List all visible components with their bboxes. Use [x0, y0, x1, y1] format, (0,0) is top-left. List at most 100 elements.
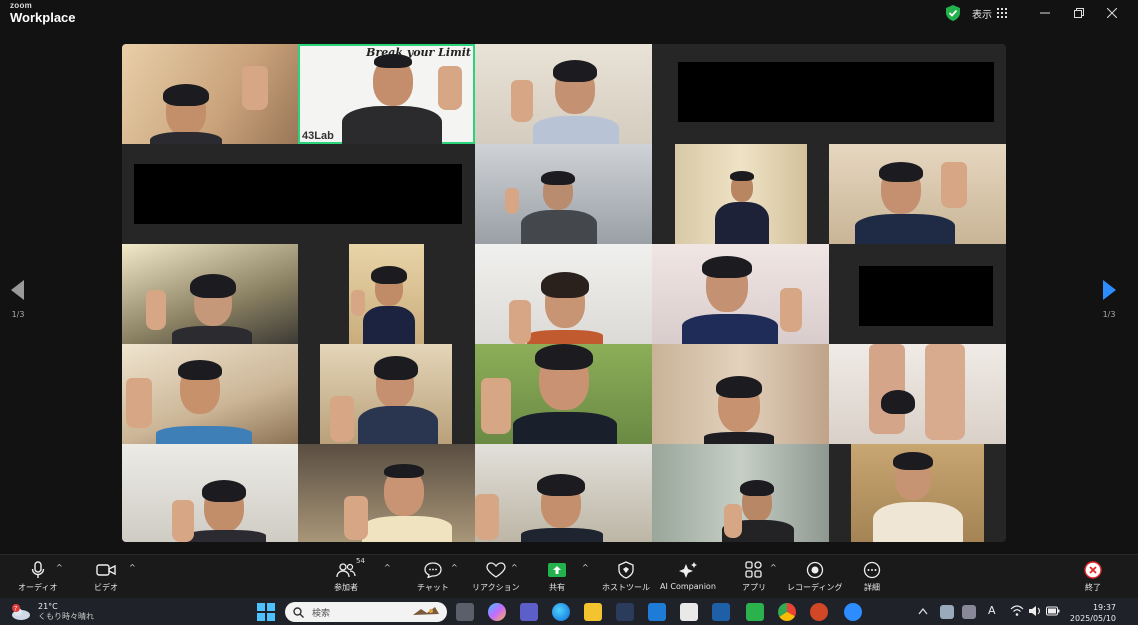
teams-icon[interactable] — [520, 603, 538, 621]
video-tile[interactable] — [675, 144, 807, 244]
battery-icon[interactable] — [1046, 606, 1060, 616]
apps-label: アプリ — [742, 583, 766, 592]
network-tray-icon[interactable] — [962, 605, 976, 619]
encryption-shield-icon[interactable] — [946, 5, 960, 21]
video-tile[interactable] — [829, 344, 1006, 444]
title-bar: zoom Workplace 表示 — [0, 0, 1138, 28]
line-chat-icon[interactable] — [746, 603, 764, 621]
participants-button[interactable]: 54 参加者 — [334, 557, 365, 593]
mail-icon[interactable] — [648, 603, 666, 621]
zoom-workplace-logo: zoom Workplace — [10, 2, 76, 25]
minimize-button[interactable] — [1030, 2, 1060, 24]
weather-widget[interactable]: 7 21°C くもり時々晴れ — [10, 602, 94, 622]
microphone-icon — [31, 561, 44, 578]
reactions-options-caret[interactable]: ^ — [511, 563, 518, 572]
apps-button[interactable]: アプリ — [742, 560, 766, 593]
app-icon[interactable] — [712, 603, 730, 621]
onedrive-tray-icon[interactable] — [940, 605, 954, 619]
video-label: ビデオ — [94, 583, 118, 592]
file-explorer-icon[interactable] — [584, 603, 602, 621]
video-tile[interactable] — [122, 244, 298, 344]
volume-icon[interactable] — [1028, 605, 1042, 617]
tray-overflow-chevron-icon[interactable] — [918, 607, 928, 615]
share-options-caret[interactable]: ^ — [582, 563, 589, 572]
video-tile[interactable] — [475, 244, 652, 344]
video-tile[interactable] — [652, 244, 829, 344]
wifi-icon[interactable] — [1010, 605, 1024, 617]
video-off-tile[interactable] — [652, 44, 1006, 144]
chat-button[interactable]: チャット — [417, 560, 449, 593]
participants-icon — [336, 563, 356, 578]
video-tile[interactable] — [298, 444, 475, 542]
video-tile[interactable] — [349, 244, 424, 344]
share-label: 共有 — [549, 583, 565, 592]
chevron-left-icon — [11, 280, 24, 300]
page-indicator-left: 1/3 — [11, 310, 25, 319]
video-tile[interactable] — [122, 44, 298, 144]
zoom-app-icon[interactable] — [844, 603, 862, 621]
chat-options-caret[interactable]: ^ — [451, 563, 458, 572]
participants-count: 54 — [356, 557, 365, 565]
more-button[interactable]: 詳細 — [863, 560, 881, 593]
restore-button[interactable] — [1064, 2, 1094, 24]
brand-bottom: Workplace — [10, 10, 76, 25]
chat-bubble-icon — [424, 562, 442, 578]
share-button[interactable]: 共有 — [548, 560, 566, 593]
audio-options-caret[interactable]: ^ — [56, 563, 63, 572]
apps-options-caret[interactable]: ^ — [770, 563, 777, 572]
video-tile[interactable] — [851, 444, 984, 542]
video-tile[interactable] — [122, 444, 298, 542]
video-tile[interactable] — [475, 144, 652, 244]
video-tile[interactable] — [320, 344, 452, 444]
app-icon[interactable] — [680, 603, 698, 621]
microsoft-store-icon[interactable] — [616, 603, 634, 621]
video-tile[interactable] — [475, 44, 652, 144]
view-button[interactable]: 表示 — [972, 4, 1007, 22]
video-tile[interactable] — [652, 344, 829, 444]
video-tile[interactable] — [475, 344, 652, 444]
video-off-tile[interactable] — [829, 244, 1006, 344]
video-tile[interactable] — [652, 444, 829, 542]
previous-page-button[interactable]: 1/3 — [8, 280, 28, 319]
chrome-browser-icon[interactable] — [778, 603, 796, 621]
host-tools-button[interactable]: ホストツール — [602, 560, 650, 593]
video-off-tile[interactable] — [122, 144, 475, 244]
end-meeting-button[interactable]: 終了 — [1084, 560, 1102, 593]
video-options-caret[interactable]: ^ — [129, 563, 136, 572]
audio-label: オーディオ — [18, 583, 58, 592]
apps-icon — [745, 561, 762, 578]
ai-companion-button[interactable]: AI Companion — [660, 560, 716, 591]
cloud-weather-icon: 7 — [12, 604, 30, 620]
audio-button[interactable]: オーディオ — [18, 560, 57, 593]
start-button[interactable] — [257, 603, 275, 621]
meeting-stage: 1/3 1/3 Break your Limit 43Lab — [0, 28, 1138, 554]
search-icon — [293, 606, 304, 618]
video-button[interactable]: ビデオ — [94, 560, 118, 593]
close-button[interactable] — [1097, 2, 1127, 24]
participants-options-caret[interactable]: ^ — [384, 563, 391, 572]
video-camera-icon — [96, 564, 116, 576]
taskbar-search-box[interactable]: 検索 — [285, 602, 447, 622]
edge-browser-icon[interactable] — [552, 603, 570, 621]
ime-mode-icon[interactable]: A — [988, 604, 996, 617]
next-page-button[interactable]: 1/3 — [1099, 280, 1119, 319]
record-button[interactable]: レコーディング — [787, 560, 842, 593]
ai-companion-label: AI Companion — [660, 582, 716, 591]
video-tile[interactable] — [475, 444, 652, 542]
taskbar-clock[interactable]: 19:37 2025/05/10 — [1070, 602, 1116, 624]
redacted-block — [134, 164, 462, 224]
clock-date: 2025/05/10 — [1069, 614, 1116, 623]
active-speaker-tile[interactable]: Break your Limit 43Lab — [298, 44, 475, 144]
participants-label: 参加者 — [334, 583, 358, 592]
minimize-icon — [1040, 12, 1050, 14]
end-x-icon — [1084, 561, 1102, 579]
ai-sparkle-icon — [678, 562, 697, 578]
video-tile[interactable] — [829, 144, 1006, 244]
restore-icon — [1074, 8, 1084, 18]
video-tile[interactable] — [122, 344, 298, 444]
task-view-icon[interactable] — [456, 603, 474, 621]
copilot-icon[interactable] — [488, 603, 506, 621]
heart-reaction-icon — [486, 562, 506, 578]
host-shield-icon — [618, 561, 634, 579]
powerpoint-icon[interactable] — [810, 603, 828, 621]
